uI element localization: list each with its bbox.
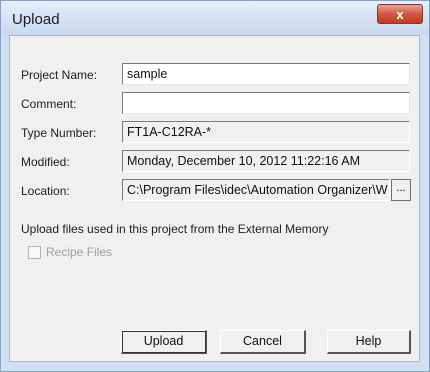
comment-label: Comment: bbox=[21, 97, 77, 111]
project-name-label: Project Name: bbox=[21, 68, 98, 82]
recipe-files-label: Recipe Files bbox=[46, 245, 113, 259]
modified-label: Modified: bbox=[21, 155, 70, 169]
help-button[interactable]: Help bbox=[327, 330, 411, 354]
close-button[interactable]: x bbox=[377, 4, 423, 24]
location-label: Location: bbox=[21, 184, 70, 198]
close-icon: x bbox=[396, 7, 404, 22]
modified-field: Monday, December 10, 2012 11:22:16 AM bbox=[122, 150, 410, 172]
type-number-label: Type Number: bbox=[21, 126, 97, 140]
cancel-button[interactable]: Cancel bbox=[220, 330, 306, 354]
type-number-field: FT1A-C12RA-* bbox=[122, 121, 410, 143]
location-field: C:\Program Files\idec\Automation Organiz… bbox=[122, 179, 390, 201]
upload-dialog: Upload x Project Name: sample Comment: T… bbox=[0, 0, 430, 372]
upload-info-text: Upload files used in this project from t… bbox=[21, 222, 329, 236]
dialog-body: Project Name: sample Comment: Type Numbe… bbox=[9, 35, 420, 362]
browse-button[interactable]: ... bbox=[391, 179, 411, 201]
title-bar[interactable]: Upload x bbox=[1, 1, 429, 35]
recipe-files-checkbox-row[interactable]: Recipe Files bbox=[27, 244, 147, 260]
comment-input[interactable] bbox=[122, 92, 410, 114]
project-name-input[interactable]: sample bbox=[122, 63, 410, 85]
upload-button[interactable]: Upload bbox=[121, 330, 207, 354]
recipe-files-checkbox[interactable] bbox=[28, 246, 41, 259]
dialog-title: Upload bbox=[12, 11, 60, 28]
